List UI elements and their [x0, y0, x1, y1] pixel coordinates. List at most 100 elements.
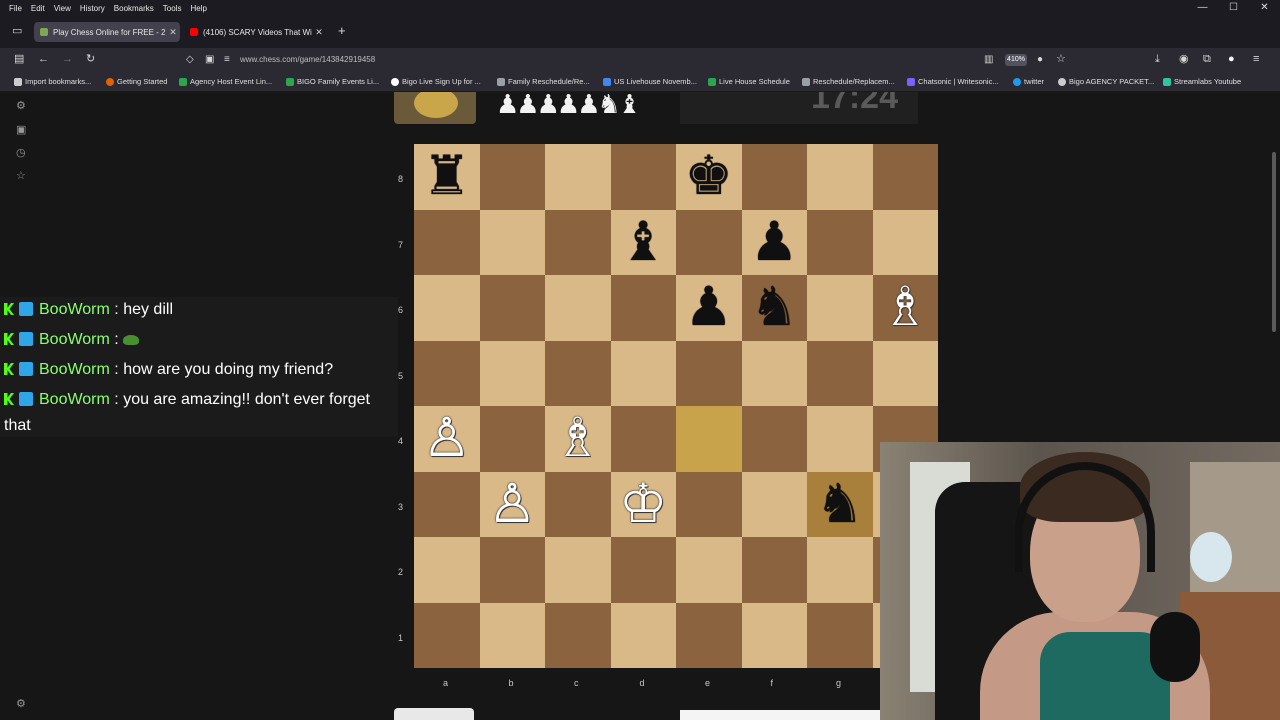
- square-h8[interactable]: [872, 144, 938, 210]
- menu-tools[interactable]: Tools: [163, 4, 182, 13]
- menu-edit[interactable]: Edit: [31, 4, 45, 13]
- square-b1[interactable]: [479, 602, 545, 668]
- back-icon[interactable]: ←: [38, 54, 49, 65]
- chess-board[interactable]: ♜ ♚ ♝ ♟ ♟ ♞ ♗ ♙ ♗ ♙ ♔ ♞: [414, 144, 938, 668]
- bookmark-item[interactable]: Getting Started: [106, 77, 167, 86]
- square-b6[interactable]: [479, 275, 545, 341]
- zoom-level[interactable]: 410%: [1005, 54, 1027, 66]
- black-piece-e8[interactable]: ♚: [676, 144, 742, 210]
- square-e5[interactable]: [676, 340, 742, 406]
- profile-dot-icon[interactable]: ●: [1228, 54, 1235, 65]
- white-piece-a4[interactable]: ♙: [414, 406, 480, 472]
- account-icon[interactable]: ◉: [1179, 54, 1189, 65]
- bookmark-item[interactable]: Family Reschedule/Re...: [497, 77, 590, 86]
- black-piece-e6[interactable]: ♟: [676, 275, 742, 341]
- square-g1[interactable]: [807, 602, 873, 668]
- square-f5[interactable]: [741, 340, 807, 406]
- lock-icon[interactable]: ▣: [205, 54, 214, 65]
- square-d8[interactable]: [610, 144, 676, 210]
- black-piece-g3[interactable]: ♞: [807, 472, 873, 538]
- forward-icon[interactable]: →: [62, 54, 73, 65]
- square-b7[interactable]: [479, 209, 545, 275]
- square-b2[interactable]: [479, 537, 545, 603]
- white-piece-d3[interactable]: ♔: [611, 472, 677, 538]
- close-tab-icon[interactable]: ✕: [312, 27, 326, 38]
- sidebar-settings-icon[interactable]: ⚙: [16, 699, 26, 710]
- square-g6[interactable]: [807, 275, 873, 341]
- black-piece-f7[interactable]: ♟: [742, 210, 808, 276]
- tab-youtube[interactable]: (4106) SCARY Videos That Will S ✕: [184, 22, 326, 42]
- square-b5[interactable]: [479, 340, 545, 406]
- bookmark-item[interactable]: Bigo AGENCY PACKET...: [1058, 77, 1154, 86]
- square-f1[interactable]: [741, 602, 807, 668]
- square-a3[interactable]: [414, 471, 480, 537]
- menu-help[interactable]: Help: [190, 4, 206, 13]
- square-c1[interactable]: [545, 602, 611, 668]
- square-g4[interactable]: [807, 406, 873, 472]
- menu-hamburger-icon[interactable]: ≡: [1253, 54, 1259, 65]
- black-piece-a8[interactable]: ♜: [414, 144, 480, 210]
- square-e4[interactable]: [676, 406, 742, 472]
- bookmark-item[interactable]: Bigo Live Sign Up for ...: [391, 77, 481, 86]
- square-a6[interactable]: [414, 275, 480, 341]
- square-f8[interactable]: [741, 144, 807, 210]
- tracking-shield-icon[interactable]: ◇: [186, 54, 194, 65]
- page-scrollbar[interactable]: [1272, 152, 1276, 332]
- bookmark-item[interactable]: twitter: [1013, 77, 1044, 86]
- square-d6[interactable]: [610, 275, 676, 341]
- square-c3[interactable]: [545, 471, 611, 537]
- menu-history[interactable]: History: [80, 4, 105, 13]
- square-f4[interactable]: [741, 406, 807, 472]
- square-c7[interactable]: [545, 209, 611, 275]
- bookmark-item[interactable]: Import bookmarks...: [14, 77, 91, 86]
- square-h7[interactable]: [872, 209, 938, 275]
- square-a5[interactable]: [414, 340, 480, 406]
- square-f3[interactable]: [741, 471, 807, 537]
- square-e7[interactable]: [676, 209, 742, 275]
- square-g5[interactable]: [807, 340, 873, 406]
- square-d1[interactable]: [610, 602, 676, 668]
- bookmark-item[interactable]: US Livehouse Novemb...: [603, 77, 697, 86]
- square-c8[interactable]: [545, 144, 611, 210]
- square-g8[interactable]: [807, 144, 873, 210]
- square-c6[interactable]: [545, 275, 611, 341]
- square-e1[interactable]: [676, 602, 742, 668]
- menu-bookmarks[interactable]: Bookmarks: [114, 4, 154, 13]
- tab-overview-icon[interactable]: ▭: [12, 26, 22, 37]
- bookmark-item[interactable]: Streamlabs Youtube: [1163, 77, 1241, 86]
- square-d4[interactable]: [610, 406, 676, 472]
- square-a7[interactable]: [414, 209, 480, 275]
- square-c5[interactable]: [545, 340, 611, 406]
- square-b8[interactable]: [479, 144, 545, 210]
- square-c2[interactable]: [545, 537, 611, 603]
- white-piece-b3[interactable]: ♙: [480, 472, 546, 538]
- square-d2[interactable]: [610, 537, 676, 603]
- close-tab-icon[interactable]: ✕: [166, 27, 180, 38]
- white-piece-c4[interactable]: ♗: [545, 406, 611, 472]
- bookmark-item[interactable]: BIGO Family Events Li...: [286, 77, 379, 86]
- square-g2[interactable]: [807, 537, 873, 603]
- library-icon[interactable]: ▣: [16, 125, 26, 136]
- square-g7[interactable]: [807, 209, 873, 275]
- minimize-button[interactable]: —: [1187, 0, 1218, 16]
- bookmark-item[interactable]: Live House Schedule: [708, 77, 790, 86]
- menu-view[interactable]: View: [54, 4, 71, 13]
- square-d5[interactable]: [610, 340, 676, 406]
- maximize-button[interactable]: ☐: [1218, 0, 1249, 16]
- square-f2[interactable]: [741, 537, 807, 603]
- reader-view-icon[interactable]: ▥: [984, 54, 993, 65]
- square-e2[interactable]: [676, 537, 742, 603]
- bookmark-item[interactable]: Reschedule/Replacem...: [802, 77, 895, 86]
- bookmark-item[interactable]: Chatsonic | Writesonic...: [907, 77, 999, 86]
- black-piece-f6[interactable]: ♞: [742, 275, 808, 341]
- square-e3[interactable]: [676, 471, 742, 537]
- square-a1[interactable]: [414, 602, 480, 668]
- settings-gear-icon[interactable]: ⚙: [16, 101, 26, 112]
- bookmark-star-icon[interactable]: ☆: [1056, 54, 1066, 65]
- permissions-icon[interactable]: ≡: [224, 54, 230, 65]
- black-piece-d7[interactable]: ♝: [611, 210, 677, 276]
- sidebar-toggle-icon[interactable]: ▤: [14, 54, 24, 65]
- bookmark-item[interactable]: Agency Host Event Lin...: [179, 77, 272, 86]
- square-b4[interactable]: [479, 406, 545, 472]
- square-h5[interactable]: [872, 340, 938, 406]
